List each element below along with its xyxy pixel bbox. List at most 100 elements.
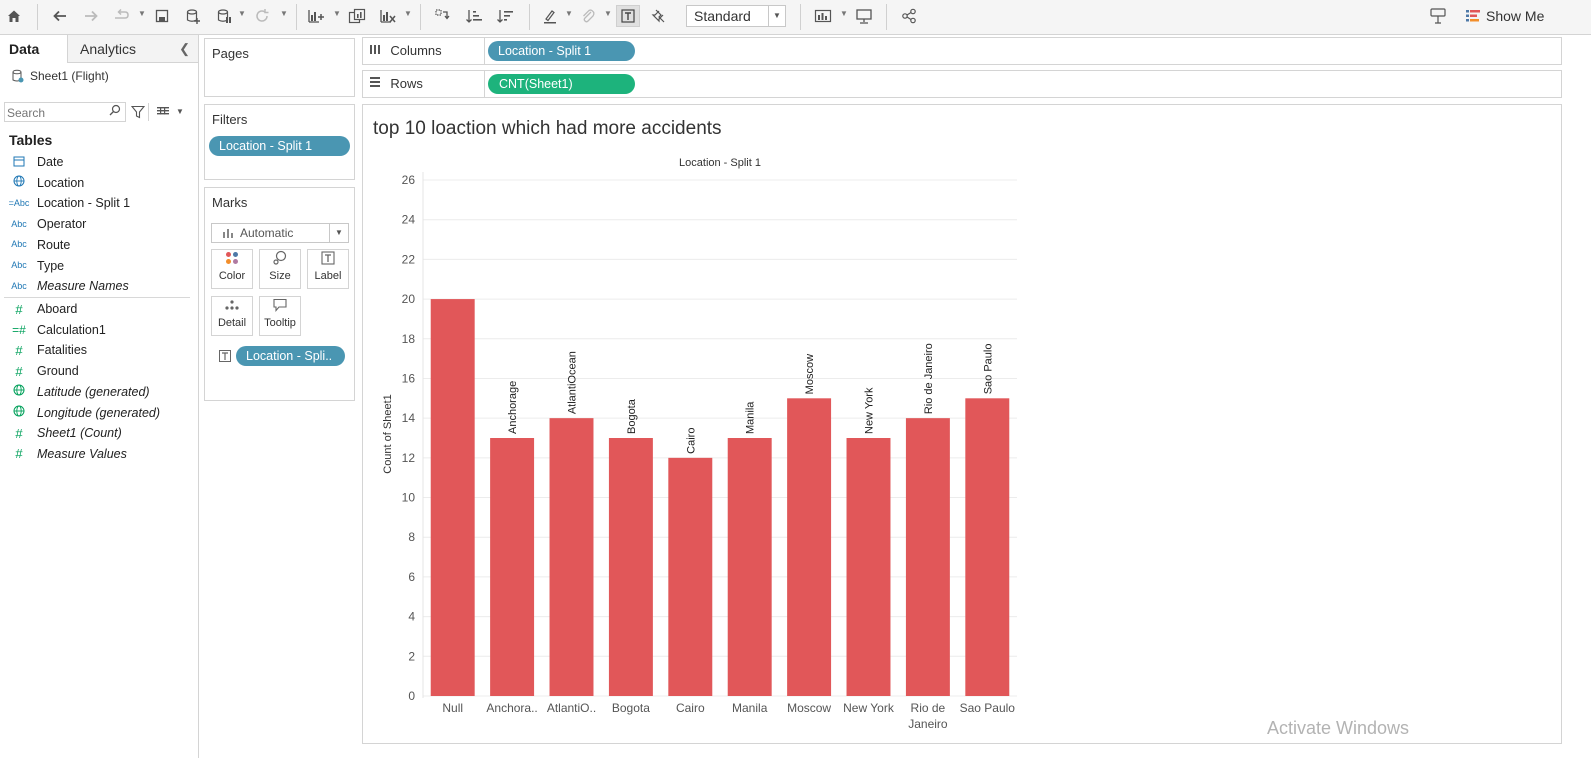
marks-card: Marks Automatic ▼ Color Size Label Detai… [204,187,355,401]
bar [727,438,772,696]
field-measure-names[interactable]: Abc Measure Names [8,276,190,296]
chevron-down-icon[interactable]: ▼ [176,107,184,116]
abc-icon: Abc [11,239,27,250]
rows-shelf[interactable]: Rows CNT(Sheet1) [362,70,1562,98]
field-label: Calculation1 [37,322,106,337]
field-type[interactable]: Abc Type [8,256,190,276]
field-label: Measure Names [37,279,129,294]
bar-label: Sao Paulo [982,344,994,395]
color-icon [212,250,252,270]
bar-label: New York [864,387,876,434]
x-tick-label: Cairo [676,701,705,715]
refresh-icon[interactable] [250,5,274,27]
y-tick-label: 12 [402,451,416,465]
abc-icon: Abc [11,260,27,270]
bar-label: Cairo [685,428,697,454]
home-icon[interactable] [2,5,26,27]
field-fatalities[interactable]: # Fatalities [8,340,190,360]
duplicate-icon[interactable] [345,5,369,27]
field-operator[interactable]: Abc Operator [8,214,190,234]
undo-icon[interactable] [48,5,72,27]
y-tick-label: 14 [402,411,416,425]
share-icon[interactable] [897,5,921,27]
field-aboard[interactable]: # Aboard [8,299,190,319]
bar-label: Anchorage [507,381,519,434]
columns-shelf-label: Columns [363,38,485,64]
field-search-box[interactable] [4,102,126,123]
pages-title: Pages [212,46,249,61]
field-measure-values[interactable]: # Measure Values [8,444,190,464]
field-location-split-1[interactable]: =Abc Location - Split 1 [8,193,190,213]
label-label: Label [314,270,342,282]
rows-shelf-label: Rows [363,71,485,97]
show-me-button[interactable]: Show Me [1466,6,1544,26]
field-sheet1-count[interactable]: # Sheet1 (Count) [8,423,190,443]
pages-card[interactable]: Pages [204,38,355,97]
save-icon[interactable] [150,5,174,27]
view-options-icon[interactable] [156,105,170,124]
fix-axes-icon[interactable] [646,5,670,27]
tooltip-button[interactable]: Tooltip [259,296,301,336]
view-size-select[interactable]: Standard ▼ [686,5,786,27]
presentation-icon[interactable] [852,5,876,27]
columns-pill[interactable]: Location - Split 1 [488,41,635,61]
columns-icon [369,44,384,58]
mark-type-select[interactable]: Automatic ▼ [211,223,349,243]
color-button[interactable]: Color [211,249,253,289]
group-icon[interactable] [576,5,600,27]
datasource-item[interactable]: Sheet1 (Flight) [12,69,109,83]
abc-icon: Abc [11,280,27,291]
replay-icon[interactable] [110,5,134,27]
number-icon: # [15,342,23,358]
search-input[interactable] [5,103,109,123]
tooltip-icon[interactable] [1426,5,1450,27]
bar [905,418,950,696]
field-calculation1[interactable]: =# Calculation1 [8,320,190,340]
columns-shelf[interactable]: Columns Location - Split 1 [362,37,1562,65]
mark-type-value: Automatic [240,226,294,240]
new-worksheet-icon[interactable] [304,5,328,27]
bar [608,438,653,696]
collapse-pane-icon[interactable]: ❮ [179,35,190,63]
highlight-icon[interactable] [538,5,562,27]
field-date[interactable]: Date [8,152,190,172]
clear-sheet-icon[interactable] [376,5,400,27]
field-longitude-generated[interactable]: Longitude (generated) [8,403,190,423]
label-pill-location[interactable]: Location - Spli.. [236,346,345,366]
y-tick-label: 0 [408,689,415,703]
field-label: Date [37,155,64,169]
filter-icon[interactable] [130,105,146,124]
field-label: Type [37,258,65,273]
pause-icon[interactable] [212,5,236,27]
detail-icon [212,297,252,317]
field-divider [4,297,190,298]
sort-descending-icon[interactable] [493,5,517,27]
new-datasource-icon[interactable] [181,5,205,27]
size-label: Size [269,270,291,282]
tab-analytics[interactable]: Analytics ❮ [68,35,198,63]
detail-button[interactable]: Detail [211,296,253,336]
number-icon: # [15,446,23,462]
label-button[interactable]: Label [307,249,349,289]
show-me-icon [1466,10,1480,22]
size-icon [260,250,300,270]
filters-title: Filters [212,112,248,127]
tab-data[interactable]: Data [0,35,68,63]
sort-ascending-icon[interactable] [462,5,486,27]
chevron-down-icon: ▼ [768,6,785,26]
filters-card[interactable]: Filters Location - Split 1 [204,104,355,180]
field-route[interactable]: Abc Route [8,235,190,255]
y-tick-label: 10 [402,491,416,505]
filter-pill-location[interactable]: Location - Split 1 [209,136,350,156]
size-button[interactable]: Size [259,249,301,289]
abc-icon: Abc [11,218,27,229]
rows-pill[interactable]: CNT(Sheet1) [488,74,635,94]
redo-icon[interactable] [79,5,103,27]
field-latitude-generated[interactable]: Latitude (generated) [8,382,190,402]
column-header: Location - Split 1 [679,157,761,169]
field-ground[interactable]: # Ground [8,361,190,381]
show-labels-icon[interactable] [616,5,640,27]
fit-icon[interactable] [812,5,836,27]
field-location[interactable]: Location [8,173,190,193]
swap-icon[interactable] [430,5,454,27]
